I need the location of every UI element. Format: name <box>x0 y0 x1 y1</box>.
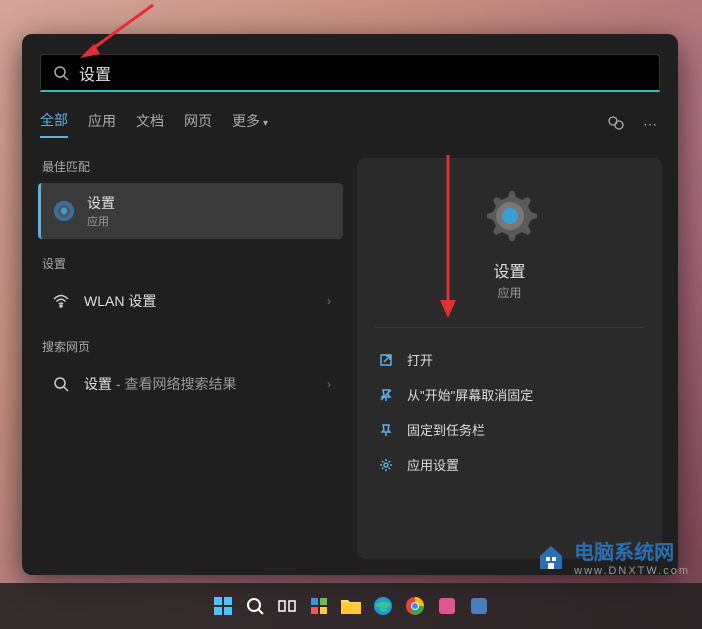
action-open[interactable]: 打开 <box>367 342 652 377</box>
result-title: WLAN 设置 <box>84 291 156 311</box>
divider <box>375 327 644 328</box>
filter-tabs: 全部 应用 文档 网页 更多▾ ⋯ <box>40 110 660 138</box>
result-subtitle: 应用 <box>87 213 115 229</box>
watermark: 电脑系统网 www.DNXTW.com <box>536 536 690 577</box>
pin-icon <box>377 423 395 437</box>
feedback-icon[interactable] <box>606 114 626 135</box>
tab-web[interactable]: 网页 <box>184 111 212 137</box>
explorer-icon[interactable] <box>338 593 364 619</box>
widgets-icon[interactable] <box>306 593 332 619</box>
result-title: 设置 <box>87 193 115 213</box>
action-label: 从"开始"屏幕取消固定 <box>407 385 533 404</box>
search-bar[interactable] <box>40 54 660 92</box>
search-icon <box>50 373 72 395</box>
search-icon <box>53 65 69 81</box>
action-label: 打开 <box>407 350 433 369</box>
wifi-icon <box>50 290 72 312</box>
action-unpin-start[interactable]: 从"开始"屏幕取消固定 <box>367 377 652 412</box>
result-settings-app[interactable]: 设置 应用 <box>38 183 343 239</box>
action-pin-taskbar[interactable]: 固定到任务栏 <box>367 412 652 447</box>
chevron-down-icon: ▾ <box>263 118 268 129</box>
action-label: 应用设置 <box>407 455 459 474</box>
start-button[interactable] <box>210 593 236 619</box>
tab-apps[interactable]: 应用 <box>88 111 116 137</box>
open-icon <box>377 353 395 367</box>
action-app-settings[interactable]: 应用设置 <box>367 447 652 482</box>
chevron-right-icon: › <box>327 377 331 391</box>
taskbar <box>0 583 702 629</box>
edge-icon[interactable] <box>370 593 396 619</box>
preview-subtitle: 应用 <box>497 284 521 301</box>
section-settings: 设置 <box>42 255 339 272</box>
tab-all[interactable]: 全部 <box>40 110 68 138</box>
preview-panel: 设置 应用 打开 从"开始"屏幕取消固定 固定到任务栏 <box>357 158 662 559</box>
more-options-icon[interactable]: ⋯ <box>640 116 660 133</box>
result-title: 设置 - 查看网络搜索结果 <box>84 374 236 394</box>
gear-icon <box>480 186 540 246</box>
results-list: 最佳匹配 设置 应用 设置 WLAN 设置 › 搜索 <box>38 158 343 559</box>
watermark-url: www.DNXTW.com <box>574 565 690 577</box>
action-list: 打开 从"开始"屏幕取消固定 固定到任务栏 应用设置 <box>357 334 662 490</box>
preview-title: 设置 <box>493 258 525 282</box>
result-wlan-settings[interactable]: WLAN 设置 › <box>38 280 343 322</box>
chevron-right-icon: › <box>327 294 331 308</box>
search-panel: 全部 应用 文档 网页 更多▾ ⋯ 最佳匹配 设置 应用 设置 <box>22 34 678 575</box>
action-label: 固定到任务栏 <box>407 420 485 439</box>
unpin-icon <box>377 388 395 402</box>
app-icon[interactable] <box>434 593 460 619</box>
result-web-search[interactable]: 设置 - 查看网络搜索结果 › <box>38 363 343 405</box>
tab-more[interactable]: 更多▾ <box>232 111 268 137</box>
search-input[interactable] <box>79 64 647 82</box>
task-view-icon[interactable] <box>274 593 300 619</box>
watermark-text: 电脑系统网 <box>574 542 674 564</box>
tab-documents[interactable]: 文档 <box>136 111 164 137</box>
section-best-match: 最佳匹配 <box>42 158 339 175</box>
chrome-icon[interactable] <box>402 593 428 619</box>
house-icon <box>536 542 566 572</box>
taskbar-search-icon[interactable] <box>242 593 268 619</box>
gear-icon <box>377 458 395 472</box>
section-web: 搜索网页 <box>42 338 339 355</box>
gear-icon <box>53 200 75 222</box>
app-icon-2[interactable] <box>466 593 492 619</box>
